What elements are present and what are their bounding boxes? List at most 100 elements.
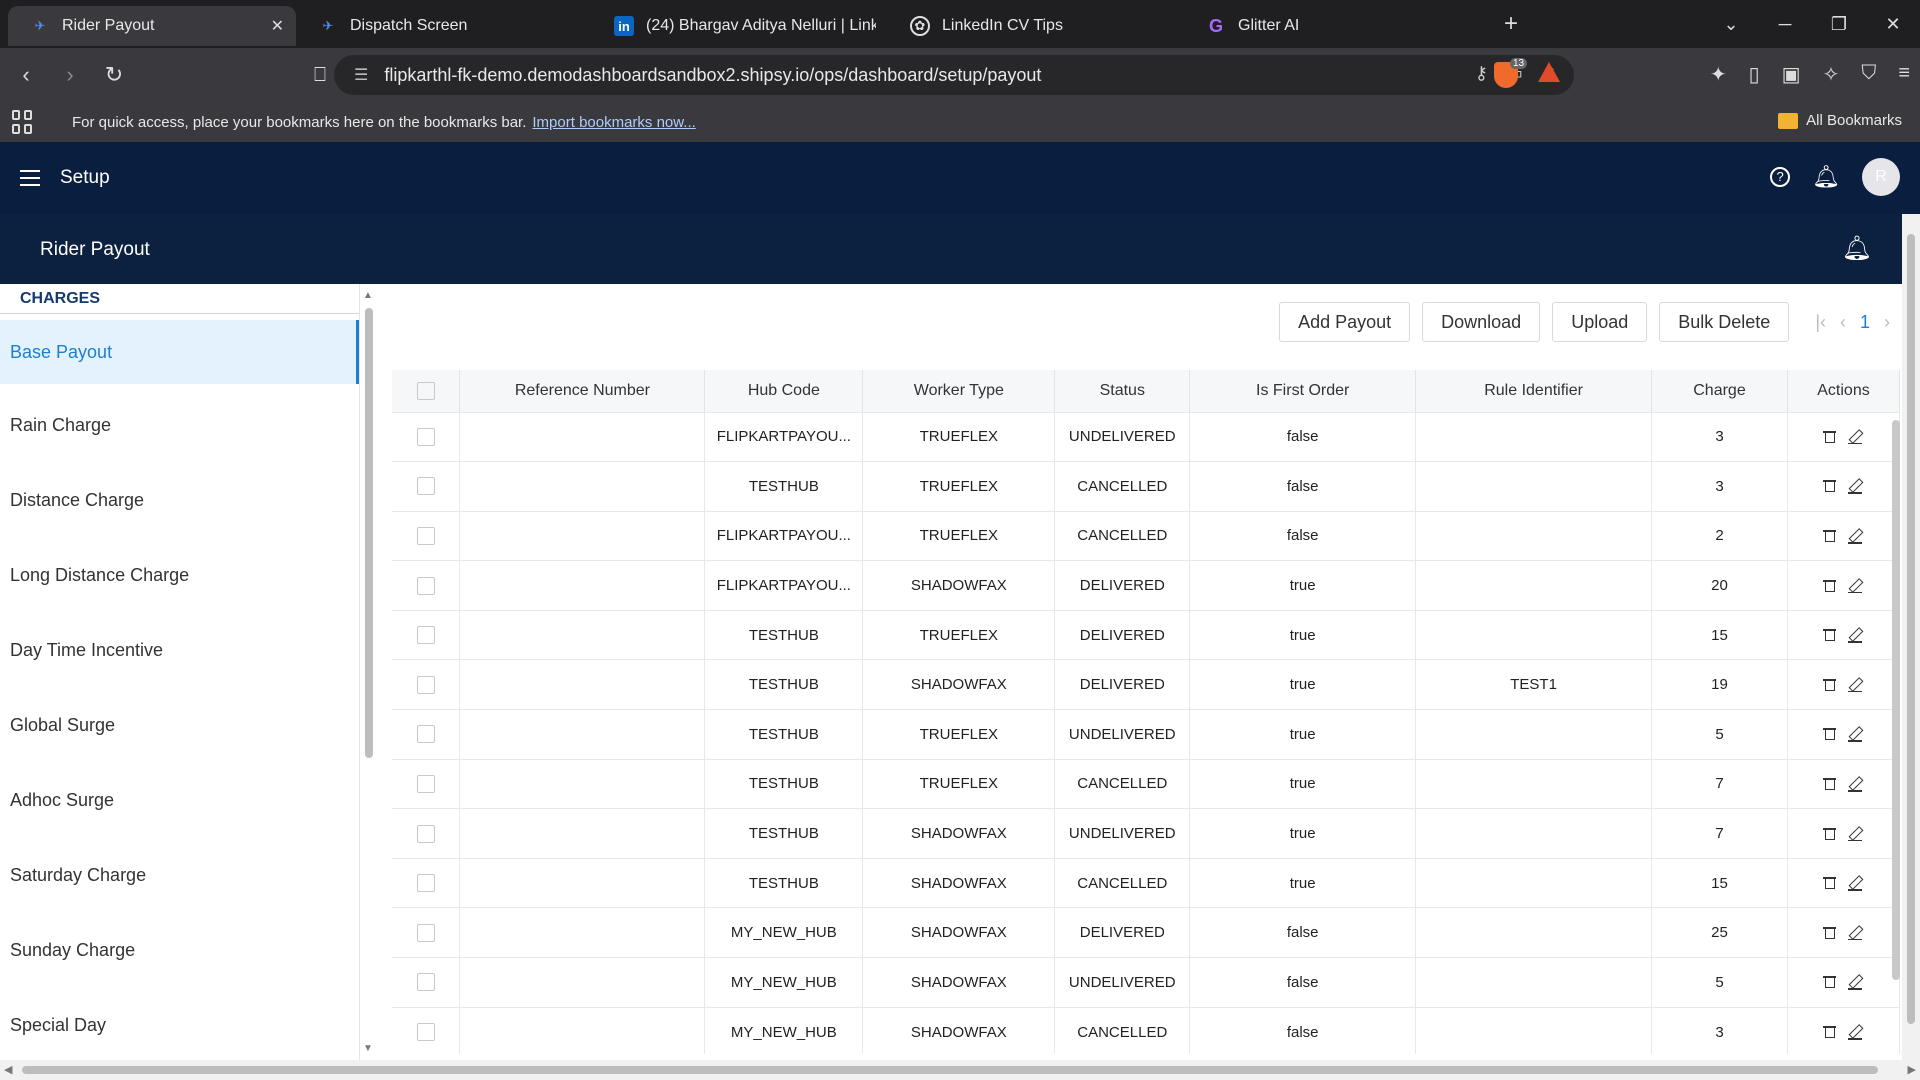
upload-button[interactable]: Upload [1552, 302, 1648, 342]
browser-tab-glitter[interactable]: G Glitter AI [1184, 6, 1484, 46]
column-header[interactable]: Charge [1651, 370, 1788, 412]
wallet-icon[interactable]: ▣ [1782, 62, 1801, 87]
column-header[interactable]: Hub Code [704, 370, 864, 412]
restore-icon[interactable]: ❐ [1812, 14, 1866, 35]
page-horizontal-scrollbar[interactable]: ◀ ▶ [0, 1060, 1920, 1080]
sidebar-item-special-day[interactable]: Special Day [0, 988, 359, 1060]
sidebar-item-adhoc-surge[interactable]: Adhoc Surge [0, 763, 359, 838]
delete-icon[interactable] [1823, 777, 1837, 790]
row-checkbox[interactable] [416, 576, 435, 595]
row-checkbox[interactable] [416, 824, 435, 843]
scrollbar-thumb[interactable] [22, 1066, 1878, 1074]
close-tab-icon[interactable]: ✕ [271, 16, 284, 36]
row-checkbox[interactable] [416, 774, 435, 793]
all-bookmarks-button[interactable]: All Bookmarks [1778, 112, 1902, 129]
reload-icon[interactable]: ↻ [96, 62, 132, 88]
download-button[interactable]: Download [1422, 302, 1541, 342]
site-info-icon[interactable]: ☰ [354, 65, 368, 85]
browser-tab-cv-tips[interactable]: ✿ LinkedIn CV Tips [888, 6, 1184, 46]
edit-icon[interactable] [1848, 827, 1863, 842]
page-vertical-scrollbar[interactable] [1902, 214, 1920, 1060]
password-key-icon[interactable]: ⚷ [1475, 63, 1488, 84]
delete-icon[interactable] [1823, 479, 1837, 493]
sidebar-item-saturday-charge[interactable]: Saturday Charge [0, 838, 359, 913]
sidebar-item-global-surge[interactable]: Global Surge [0, 688, 359, 763]
brave-rewards-icon[interactable] [1538, 62, 1560, 82]
edit-icon[interactable] [1848, 628, 1863, 643]
edit-icon[interactable] [1848, 975, 1863, 990]
browser-tab-dispatch[interactable]: ✈ Dispatch Screen [296, 6, 592, 46]
bookmark-icon[interactable]: ⎕ [302, 64, 338, 87]
row-checkbox[interactable] [416, 923, 435, 942]
bulk-delete-button[interactable]: Bulk Delete [1659, 302, 1790, 342]
close-window-icon[interactable]: ✕ [1866, 14, 1920, 35]
edit-icon[interactable] [1848, 727, 1863, 742]
notification-bell-icon[interactable]: 🔔︎ [1842, 234, 1872, 263]
edit-icon[interactable] [1848, 876, 1863, 891]
scroll-right-icon[interactable]: ▶ [1908, 1063, 1916, 1076]
row-checkbox[interactable] [416, 973, 435, 992]
select-all-checkbox[interactable] [416, 381, 435, 400]
row-checkbox[interactable] [416, 675, 435, 694]
edit-icon[interactable] [1848, 777, 1863, 792]
row-checkbox[interactable] [416, 427, 435, 446]
extensions-icon[interactable]: ✦ [1710, 62, 1727, 87]
hamburger-menu-icon[interactable] [20, 170, 40, 186]
row-checkbox[interactable] [416, 874, 435, 893]
delete-icon[interactable] [1823, 975, 1837, 989]
delete-icon[interactable] [1823, 727, 1837, 741]
column-header[interactable]: Status [1054, 370, 1191, 412]
edit-icon[interactable] [1848, 678, 1863, 693]
tab-search-icon[interactable]: ⌄ [1704, 14, 1758, 35]
sidebar-item-day-time-incentive[interactable]: Day Time Incentive [0, 613, 359, 688]
browser-tab-linkedin[interactable]: in (24) Bhargav Aditya Nelluri | LinkedI… [592, 6, 888, 46]
delete-icon[interactable] [1823, 926, 1837, 939]
delete-icon[interactable] [1823, 430, 1837, 443]
edit-icon[interactable] [1848, 479, 1863, 494]
edit-icon[interactable] [1848, 529, 1863, 544]
delete-icon[interactable] [1823, 678, 1837, 691]
delete-icon[interactable] [1823, 628, 1837, 642]
column-header[interactable]: Reference Number [459, 370, 706, 412]
minimize-icon[interactable]: ─ [1758, 14, 1812, 35]
avatar[interactable]: R [1862, 158, 1900, 196]
help-icon[interactable]: ? [1770, 167, 1791, 187]
notification-bell-icon[interactable]: 🔔︎ [1812, 164, 1840, 190]
edit-icon[interactable] [1848, 926, 1863, 941]
row-checkbox[interactable] [416, 626, 435, 645]
sidebar-item-long-distance-charge[interactable]: Long Distance Charge [0, 538, 359, 613]
sidebar-item-sunday-charge[interactable]: Sunday Charge [0, 913, 359, 988]
browser-tab-rider-payout[interactable]: ✈ Rider Payout ✕ [8, 6, 296, 46]
scroll-left-icon[interactable]: ◀ [4, 1063, 12, 1076]
column-header[interactable]: Worker Type [862, 370, 1056, 412]
table-scrollbar-thumb[interactable] [1892, 420, 1900, 980]
column-header[interactable]: Is First Order [1189, 370, 1417, 412]
row-checkbox[interactable] [416, 527, 435, 545]
address-bar[interactable]: ☰ flipkarthl-fk-demo.demodashboardsandbo… [334, 55, 1574, 95]
column-header[interactable]: Rule Identifier [1415, 370, 1653, 412]
prev-page-icon[interactable]: ‹ [1840, 312, 1846, 333]
scroll-down-icon[interactable]: ▼ [363, 1043, 373, 1054]
delete-icon[interactable] [1823, 579, 1837, 592]
scrollbar-thumb[interactable] [1907, 234, 1915, 1024]
delete-icon[interactable] [1823, 529, 1837, 542]
edit-icon[interactable] [1848, 1025, 1863, 1040]
back-icon[interactable]: ‹ [8, 62, 44, 88]
sidebar-item-base-payout[interactable]: Base Payout [0, 320, 359, 384]
edit-icon[interactable] [1848, 579, 1863, 594]
scrollbar-thumb[interactable] [365, 308, 373, 758]
menu-icon[interactable]: ≡ [1898, 62, 1910, 87]
vpn-icon[interactable]: ⛉ [1861, 62, 1876, 87]
delete-icon[interactable] [1823, 876, 1837, 890]
apps-grid-icon[interactable] [12, 110, 36, 134]
import-bookmarks-link[interactable]: Import bookmarks now... [532, 114, 695, 131]
add-payout-button[interactable]: Add Payout [1279, 302, 1411, 342]
row-checkbox[interactable] [416, 1023, 435, 1042]
row-checkbox[interactable] [416, 725, 435, 744]
first-page-icon[interactable]: |‹ [1815, 312, 1826, 333]
sidebar-item-distance-charge[interactable]: Distance Charge [0, 463, 359, 538]
new-tab-icon[interactable]: + [1504, 10, 1518, 38]
sidebar-scrollbar[interactable]: ▲ ▼ [362, 290, 376, 1054]
row-checkbox[interactable] [416, 477, 435, 496]
next-page-icon[interactable]: › [1884, 312, 1890, 333]
